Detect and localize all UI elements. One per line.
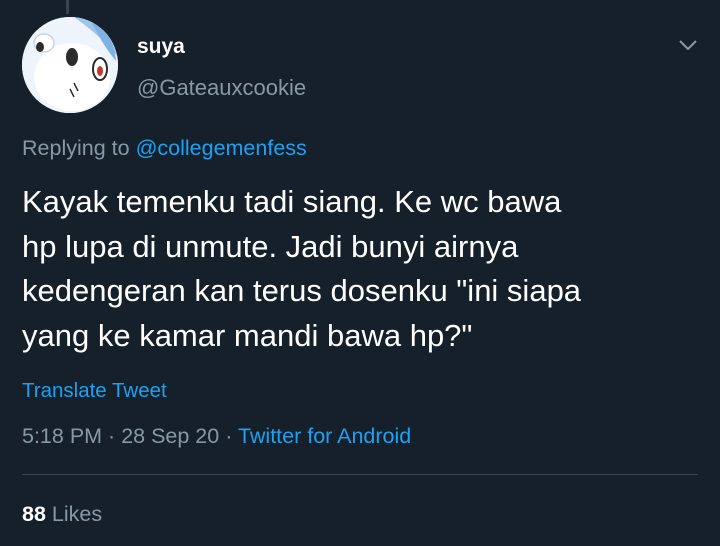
likes-label: Likes (51, 502, 103, 526)
tweet-source-link[interactable]: Twitter for Android (238, 424, 411, 448)
tweet-text: Kayak temenku tadi siang. Ke wc bawa hp … (22, 184, 582, 353)
likes-stat[interactable]: 88 Likes (22, 501, 102, 527)
anime-avatar-icon (22, 17, 118, 113)
divider (22, 474, 698, 475)
chevron-down-icon (679, 40, 697, 51)
reply-context-prefix: Replying to (22, 136, 130, 160)
thread-connector-line (66, 0, 69, 14)
translate-tweet-link[interactable]: Translate Tweet (22, 378, 167, 404)
tweet-time: 5:18 PM (22, 424, 103, 448)
meta-separator: · (219, 424, 238, 448)
tweet-date: 28 Sep 20 (121, 424, 220, 448)
reply-context: Replying to @collegemenfess (22, 135, 307, 161)
tweet-meta: 5:18 PM · 28 Sep 20 · Twitter for Androi… (22, 423, 411, 449)
likes-count: 88 (22, 502, 46, 526)
author-display-name[interactable]: suya (137, 35, 185, 59)
avatar[interactable] (22, 17, 118, 113)
author-handle[interactable]: @Gateauxcookie (137, 75, 306, 101)
tweet-menu-button[interactable] (676, 33, 700, 57)
reply-mention-link[interactable]: @collegemenfess (136, 136, 307, 160)
meta-separator: · (102, 424, 122, 448)
